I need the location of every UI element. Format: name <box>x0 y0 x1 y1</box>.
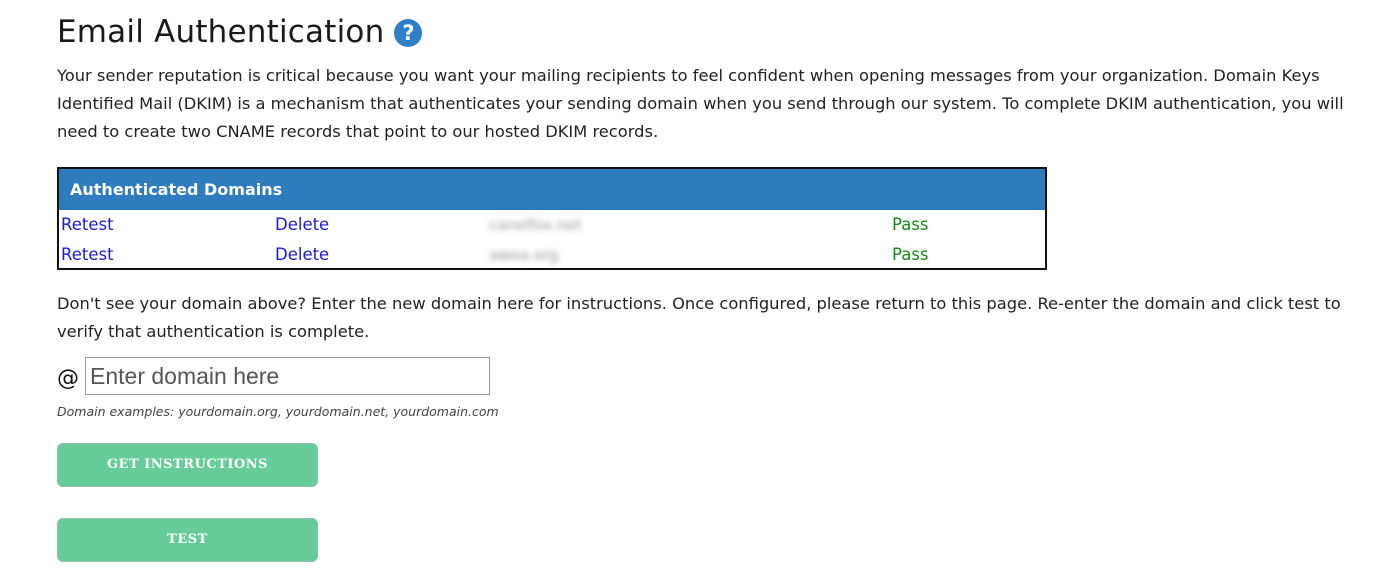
delete-link[interactable]: Delete <box>275 240 329 270</box>
delete-link[interactable]: Delete <box>275 210 329 240</box>
at-symbol: @ <box>57 365 79 391</box>
domain-examples: Domain examples: yourdomain.org, yourdom… <box>57 404 499 419</box>
retest-link[interactable]: Retest <box>61 210 114 240</box>
title-row: Email Authentication ? <box>57 10 423 54</box>
new-domain-note: Don't see your domain above? Enter the n… <box>57 294 1341 341</box>
domain-name: canelfox.net <box>489 216 582 234</box>
domain-entry: @ <box>57 357 490 395</box>
page-title: Email Authentication <box>57 14 385 50</box>
domain-input[interactable] <box>85 357 490 395</box>
intro-text: Your sender reputation is critical becau… <box>57 66 1344 141</box>
status-text: Pass <box>892 245 929 264</box>
status-text: Pass <box>892 215 929 234</box>
retest-link[interactable]: Retest <box>61 240 114 270</box>
table-row: Retest Delete canelfox.net Pass <box>59 210 1045 240</box>
table-header: Authenticated Domains <box>59 169 1045 210</box>
table-row: Retest Delete awea.org Pass <box>59 240 1045 270</box>
help-icon[interactable]: ? <box>394 19 423 47</box>
authenticated-domains-table: Authenticated Domains Retest Delete cane… <box>57 167 1047 270</box>
get-instructions-button[interactable]: GET INSTRUCTIONS <box>57 443 318 487</box>
domain-name: awea.org <box>489 246 559 264</box>
test-button[interactable]: TEST <box>57 518 318 562</box>
